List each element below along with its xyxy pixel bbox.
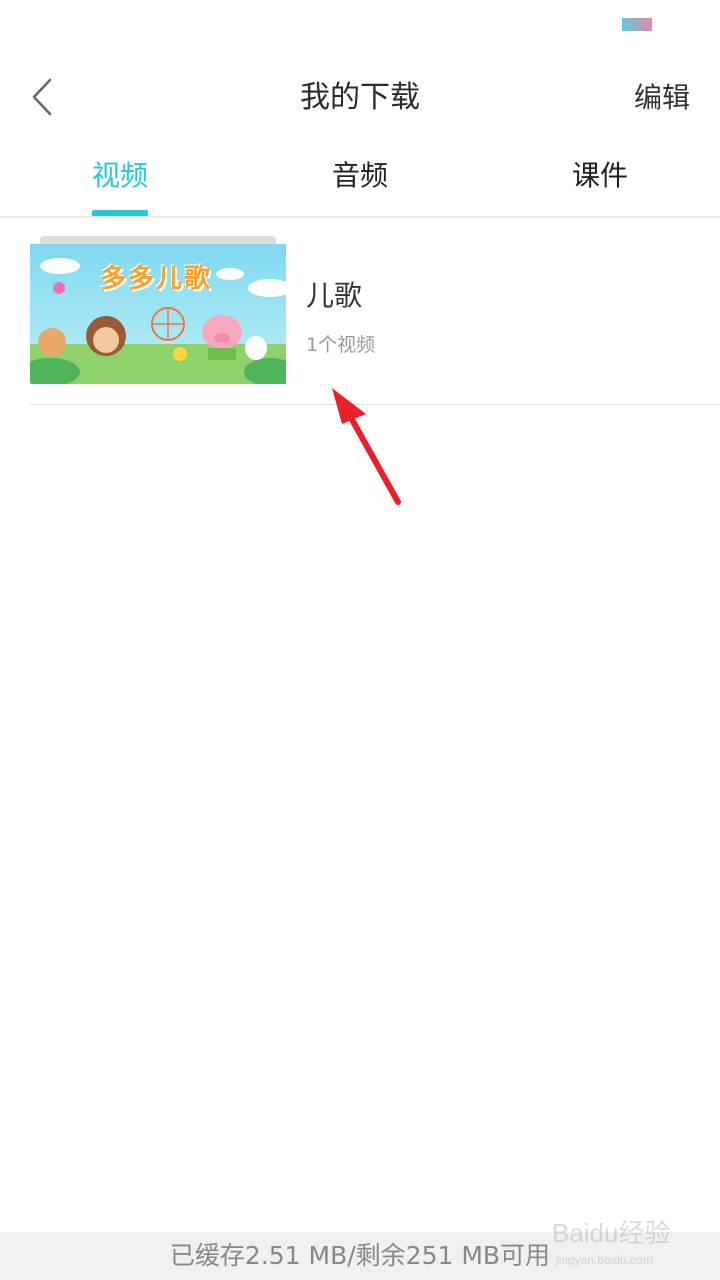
status-bar [0, 0, 720, 48]
storage-footer: 已缓存2.51 MB/剩余251 MB可用 [0, 1232, 720, 1280]
status-indicator-icon [622, 18, 652, 31]
thumbnail-logo-text: 多多儿歌 [100, 264, 213, 294]
folder-count: 1个视频 [306, 334, 376, 356]
page-title: 我的下载 [300, 80, 420, 115]
annotation-arrow-icon [332, 388, 401, 505]
chevron-left-icon [32, 78, 52, 116]
video-thumbnail: 多多儿歌 [30, 244, 286, 384]
header: 我的下载 编辑 [0, 56, 720, 140]
back-button[interactable] [22, 74, 62, 120]
my-downloads-page: 我的下载 编辑 视频 音频 课件 多多儿歌 儿歌 1个视频 已缓存2.51 MB… [0, 0, 720, 1280]
tab-video[interactable]: 视频 [0, 140, 240, 216]
tab-label-audio: 音频 [331, 159, 388, 192]
tab-bar: 视频 音频 课件 [0, 140, 720, 217]
tab-audio[interactable]: 音频 [240, 140, 480, 216]
storage-status-text: 已缓存2.51 MB/剩余251 MB可用 [169, 1241, 551, 1270]
tab-label-text: 视频 [91, 159, 148, 192]
edit-button[interactable]: 编辑 [634, 56, 690, 140]
tab-label-video: 视频 [91, 140, 148, 216]
folder-title: 儿歌 [306, 279, 363, 312]
tab-courseware[interactable]: 课件 [480, 140, 720, 216]
thumbnail-stack-edge [40, 236, 276, 244]
tab-label-courseware: 课件 [571, 159, 628, 192]
tab-active-indicator [91, 210, 148, 216]
